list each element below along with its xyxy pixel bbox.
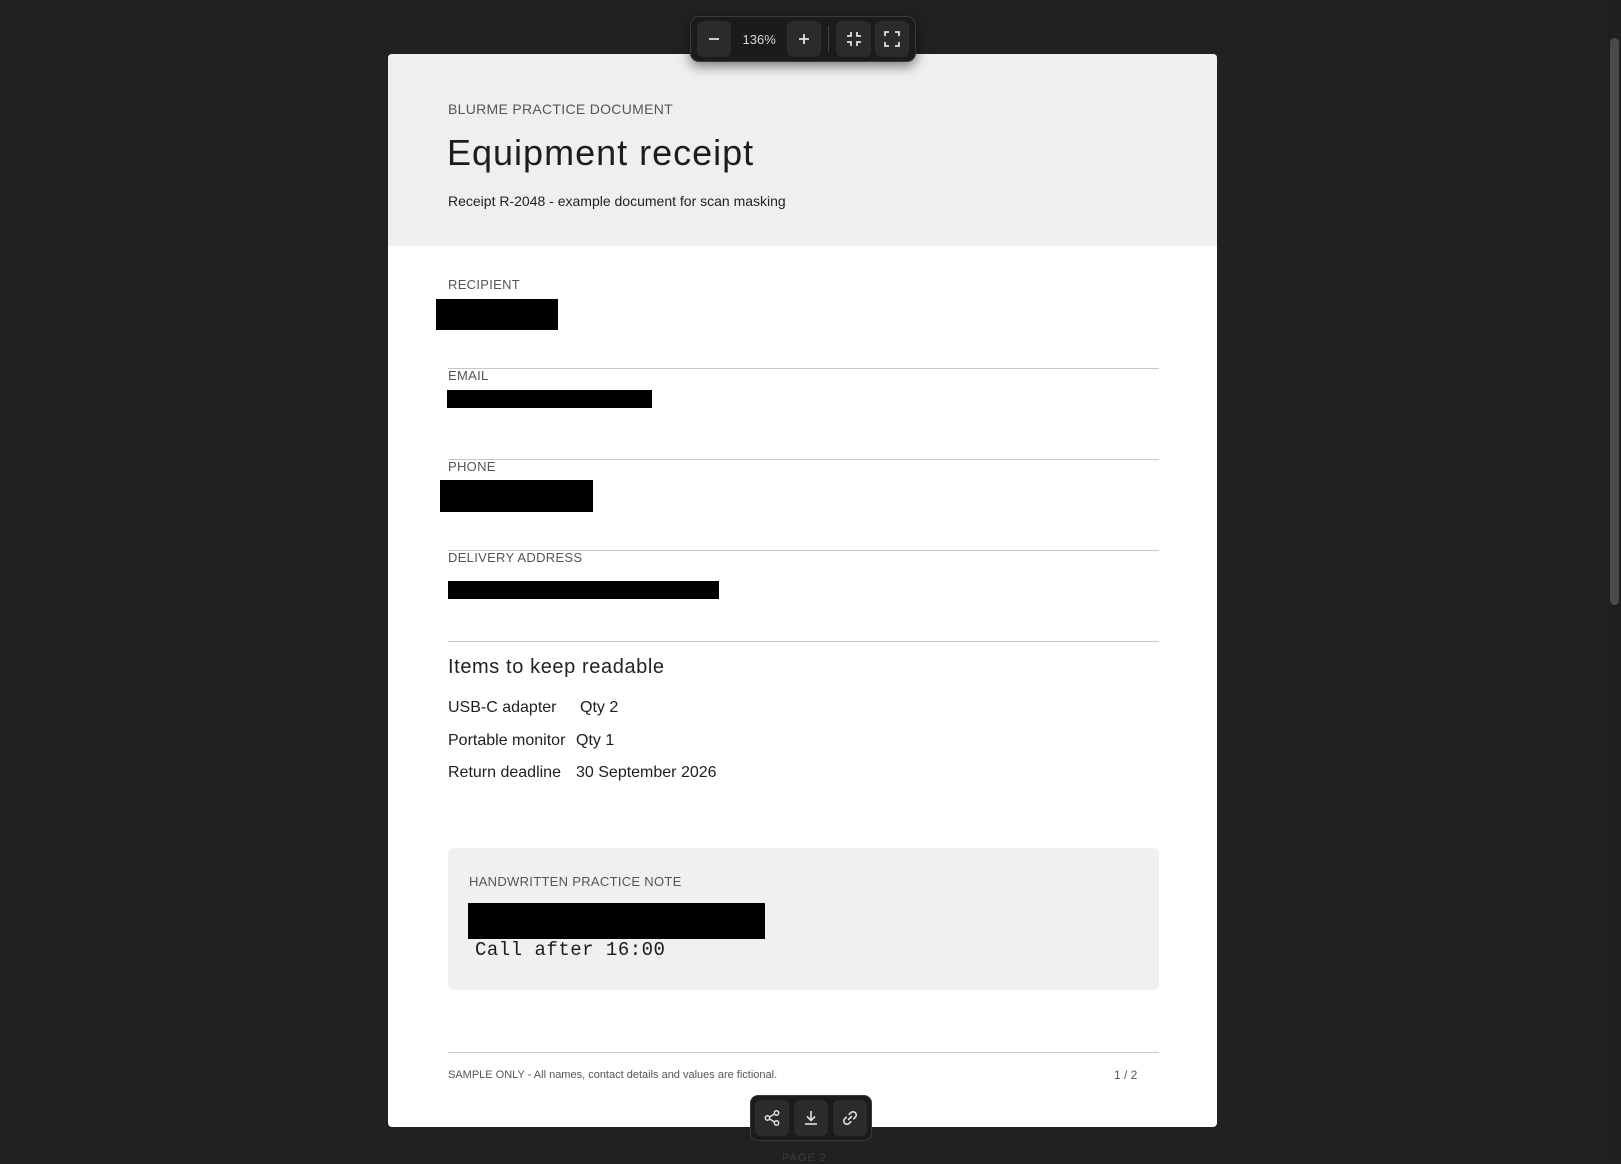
field-phone: PHONE — [440, 459, 1159, 551]
field-label: RECIPIENT — [448, 277, 521, 292]
field-label: EMAIL — [448, 368, 489, 383]
expand-icon — [883, 31, 900, 47]
document-title: Equipment receipt — [447, 132, 755, 173]
field-label: DELIVERY ADDRESS — [448, 550, 583, 565]
item-name: USB-C adapter — [448, 699, 557, 716]
handwritten-note: HANDWRITTEN PRACTICE NOTE Call after 16:… — [448, 848, 1159, 990]
download-icon — [805, 1111, 817, 1125]
download-button[interactable] — [794, 1100, 828, 1136]
document-eyebrow: BLURME PRACTICE DOCUMENT — [448, 101, 673, 117]
document-subtitle: Receipt R-2048 - example document for sc… — [448, 193, 786, 209]
items-heading: Items to keep readable — [448, 656, 665, 678]
share-button[interactable] — [755, 1100, 789, 1136]
field-delivery-address: DELIVERY ADDRESS — [448, 550, 1159, 642]
zoom-in-button[interactable] — [786, 21, 822, 57]
next-page-label: PAGE 2 — [782, 1152, 827, 1164]
note-label: HANDWRITTEN PRACTICE NOTE — [469, 874, 682, 889]
item-value: Qty 1 — [576, 732, 615, 749]
plus-icon — [799, 34, 810, 44]
minus-icon — [709, 38, 720, 40]
toolbar-divider — [828, 26, 830, 52]
zoom-level: 136% — [742, 31, 776, 47]
zoom-toolbar: 136% — [690, 16, 916, 62]
fit-page-button[interactable] — [836, 21, 871, 57]
link-icon — [842, 1110, 858, 1126]
scrollbar-thumb[interactable] — [1610, 38, 1619, 605]
collapse-icon — [846, 32, 861, 46]
footer-divider — [448, 1052, 1159, 1053]
redaction-box — [448, 581, 719, 599]
share-icon — [764, 1110, 780, 1126]
footer-disclaimer: SAMPLE ONLY - All names, contact details… — [448, 1069, 778, 1081]
redaction-box — [447, 390, 652, 408]
document-header: BLURME PRACTICE DOCUMENT Equipment recei… — [388, 54, 1217, 246]
item-value: 30 September 2026 — [576, 764, 717, 781]
field-recipient: RECIPIENT — [436, 277, 1159, 369]
note-text: Call after 16:00 — [475, 939, 666, 961]
page-number: 1 / 2 — [1114, 1068, 1138, 1082]
redaction-box — [440, 480, 593, 512]
field-label: PHONE — [448, 459, 496, 474]
document-page: BLURME PRACTICE DOCUMENT Equipment recei… — [388, 54, 1217, 1127]
item-name: Portable monitor — [448, 732, 566, 749]
item-name: Return deadline — [448, 764, 561, 781]
item-value: Qty 2 — [580, 699, 619, 716]
fullscreen-button[interactable] — [874, 21, 910, 57]
redaction-box — [468, 903, 765, 939]
zoom-out-button[interactable] — [697, 21, 732, 57]
field-email: EMAIL — [447, 368, 1159, 460]
redaction-box — [436, 299, 558, 330]
copy-link-button[interactable] — [833, 1100, 867, 1136]
action-toolbar — [750, 1095, 872, 1141]
